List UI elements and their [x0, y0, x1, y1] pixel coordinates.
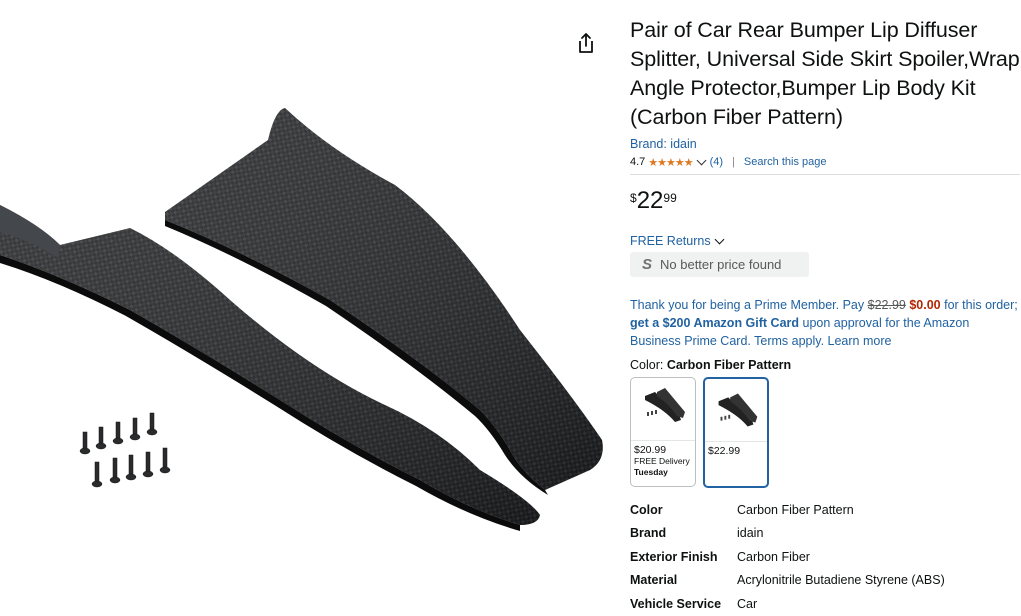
swatch-delivery-day: Tuesday: [634, 467, 668, 477]
star-rating-icon[interactable]: ★★★★★: [648, 156, 693, 169]
detail-value: Carbon Fiber Pattern: [737, 502, 854, 517]
detail-key: Color: [630, 502, 663, 517]
price-tracker-icon: S: [641, 256, 652, 273]
share-icon: [579, 33, 593, 53]
detail-value: idain: [737, 526, 764, 541]
prime-card-promo[interactable]: Thank you for being a Prime Member. Pay …: [630, 296, 1020, 350]
chevron-down-icon: [714, 234, 725, 244]
product-main-image[interactable]: [0, 0, 620, 604]
swatch-thumbnail: [631, 378, 695, 441]
chevron-down-icon[interactable]: [696, 155, 707, 166]
free-returns-link[interactable]: FREE Returns: [630, 234, 1020, 248]
share-button[interactable]: [574, 30, 598, 56]
splitter-thumbnail-image: [718, 393, 758, 427]
divider: [630, 174, 1020, 175]
product-details-table: Color Carbon Fiber Pattern Brand idain Ext…: [630, 498, 945, 616]
promo-text: Thank you for being a Prime Member. Pay: [630, 298, 868, 312]
no-better-price-label: No better price found: [660, 257, 782, 272]
promo-new-price: $0.00: [909, 298, 941, 312]
price: $ 22 99: [630, 188, 1020, 216]
product-title: Pair of Car Rear Bumper Lip Diffuser Spl…: [630, 18, 1020, 129]
price-whole: 22: [636, 187, 664, 214]
detail-value: Carbon Fiber: [737, 549, 810, 564]
product-info: Pair of Car Rear Bumper Lip Diffuser Spl…: [630, 16, 1020, 488]
detail-key: Material: [630, 573, 678, 588]
free-returns-label: FREE Returns: [630, 234, 711, 248]
promo-old-price: $22.99: [867, 298, 906, 312]
splitter-thumbnail-image: [645, 388, 685, 422]
table-row: Brand idain: [630, 522, 945, 546]
separator: |: [732, 156, 735, 168]
table-row: Exterior Finish Carbon Fiber: [630, 545, 945, 569]
table-row: Color Carbon Fiber Pattern: [630, 498, 945, 522]
rating-count-link[interactable]: (4): [710, 156, 723, 168]
swatch-price: $20.99: [634, 444, 667, 456]
rating-row: 4.7 ★★★★★ (4) | Search this page: [630, 154, 1020, 170]
color-swatch-selected[interactable]: $22.99: [703, 377, 769, 488]
color-swatch[interactable]: $20.99 FREE Delivery Tuesday: [630, 377, 696, 487]
brand-link[interactable]: Brand: idain: [630, 136, 1020, 152]
table-row: Material Acrylonitrile Butadiene Styrene …: [630, 569, 945, 593]
detail-key: Exterior Finish: [630, 549, 718, 564]
price-fraction: 99: [663, 191, 677, 205]
color-selector-label: Color: Carbon Fiber Pattern: [630, 358, 1020, 372]
no-better-price-badge[interactable]: S No better price found: [630, 252, 809, 277]
promo-text: for this order;: [940, 298, 1018, 312]
price-symbol: $: [630, 191, 637, 205]
swatch-delivery: FREE Delivery: [634, 456, 690, 466]
carbon-fiber-splitter-image: [0, 108, 603, 531]
promo-gift-card: get a $200 Amazon Gift Card: [630, 316, 800, 330]
search-this-page-link[interactable]: Search this page: [744, 156, 827, 168]
swatch-price: $22.99: [708, 445, 741, 457]
rating-value: 4.7: [630, 156, 646, 168]
swatch-thumbnail: [705, 379, 767, 442]
detail-key: Brand: [630, 526, 667, 541]
color-swatches: $20.99 FREE Delivery Tuesday $22.99: [630, 377, 1020, 488]
color-value: Carbon Fiber Pattern: [666, 358, 792, 372]
detail-value: Acrylonitrile Butadiene Styrene (ABS): [737, 573, 945, 588]
color-label: Color:: [630, 358, 664, 372]
